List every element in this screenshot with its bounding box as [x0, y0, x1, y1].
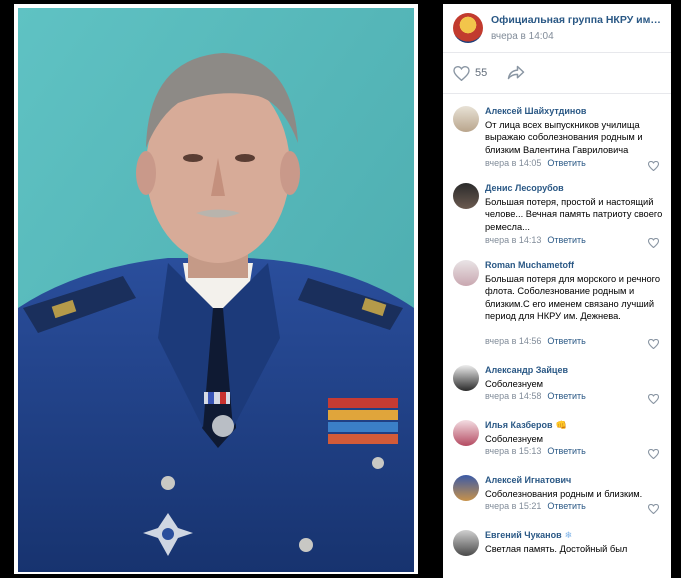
comment-item: Денис Лесорубов Большая потеря, простой …: [443, 179, 671, 256]
like-button[interactable]: 55: [453, 65, 487, 81]
comment-text: Большая потеря для морского и речного фл…: [485, 274, 661, 322]
comment-author[interactable]: Алексей Шайхутдинов: [485, 106, 586, 116]
comment-item: Евгений Чуканов ❄ Светлая память. Достойн…: [443, 526, 671, 566]
comment-time[interactable]: вчера в 14:58: [485, 391, 541, 401]
comment-heart-icon[interactable]: [648, 394, 659, 404]
comment-text: Соболезнуем: [485, 434, 544, 444]
comment-item: Алексей Шайхутдинов От лица всех выпускн…: [443, 102, 671, 179]
comment-author[interactable]: Евгений Чуканов ❄: [485, 530, 572, 541]
comments-list: Алексей Шайхутдинов От лица всех выпускн…: [443, 102, 671, 566]
comment-meta: вчера в 15:21 Ответить: [485, 501, 586, 511]
post-photo[interactable]: [18, 8, 414, 572]
comment-text: Большая потеря, простой и настоящий чело…: [485, 197, 663, 232]
post-panel: Официальная группа НКРУ им. С.И. вчера в…: [443, 4, 671, 578]
comment-time[interactable]: вчера в 14:13: [485, 235, 541, 245]
comment-item: Roman Muchametoff Большая потеря для мор…: [443, 256, 671, 361]
comment-time[interactable]: вчера в 15:13: [485, 446, 541, 456]
comment-time[interactable]: вчера в 14:05: [485, 158, 541, 168]
comment-avatar[interactable]: [453, 106, 479, 132]
group-avatar[interactable]: [453, 13, 483, 43]
share-icon: [507, 65, 525, 80]
comment-item: Александр Зайцев Соболезнуем вчера в 14:…: [443, 361, 671, 416]
reply-link[interactable]: Ответить: [547, 235, 585, 245]
comment-heart-icon[interactable]: [648, 339, 659, 349]
comment-item: Алексей Игнатович Соболезнования родным …: [443, 471, 671, 526]
comment-author[interactable]: Алексей Игнатович: [485, 475, 571, 485]
reply-link[interactable]: Ответить: [547, 336, 585, 346]
like-count: 55: [475, 67, 488, 79]
comment-text: От лица всех выпускников училища выражаю…: [485, 120, 643, 155]
reply-link[interactable]: Ответить: [547, 391, 585, 401]
comment-author[interactable]: Roman Muchametoff: [485, 260, 574, 270]
comment-heart-icon[interactable]: [648, 161, 659, 171]
comment-text: Соболезнуем: [485, 379, 544, 389]
comment-avatar[interactable]: [453, 420, 479, 446]
comment-meta: вчера в 14:05 Ответить: [485, 158, 586, 168]
portrait-illustration: [18, 8, 414, 572]
post-actions: 55: [443, 53, 671, 94]
comment-author[interactable]: Илья Казберов 👊: [485, 420, 567, 431]
comment-avatar[interactable]: [453, 183, 479, 209]
comment-author[interactable]: Денис Лесорубов: [485, 183, 564, 193]
comment-avatar[interactable]: [453, 365, 479, 391]
comment-item: Илья Казберов 👊 Соболезнуем вчера в 15:13…: [443, 416, 671, 471]
reply-link[interactable]: Ответить: [547, 158, 585, 168]
comment-author[interactable]: Александр Зайцев: [485, 365, 568, 375]
post-time[interactable]: вчера в 14:04: [491, 31, 554, 42]
comment-avatar[interactable]: [453, 260, 479, 286]
comment-meta: вчера в 14:56 Ответить: [485, 336, 586, 346]
reply-link[interactable]: Ответить: [547, 446, 585, 456]
share-button[interactable]: [507, 65, 525, 85]
comment-meta: вчера в 14:58 Ответить: [485, 391, 586, 401]
reply-link[interactable]: Ответить: [547, 501, 585, 511]
comment-heart-icon[interactable]: [648, 449, 659, 459]
group-name-link[interactable]: Официальная группа НКРУ им. С.И.: [491, 14, 663, 26]
fist-emoji-icon: 👊: [555, 420, 567, 430]
snowflake-emoji-icon: ❄: [564, 530, 573, 540]
comment-heart-icon[interactable]: [648, 238, 659, 248]
comment-time[interactable]: вчера в 14:56: [485, 336, 541, 346]
post-header: Официальная группа НКРУ им. С.И. вчера в…: [443, 4, 671, 53]
comment-avatar[interactable]: [453, 475, 479, 501]
comment-text: Светлая память. Достойный был: [485, 544, 628, 554]
comment-meta: вчера в 15:13 Ответить: [485, 446, 586, 456]
photo-frame: [14, 4, 418, 574]
comment-meta: вчера в 14:13 Ответить: [485, 235, 586, 245]
comment-text: Соболезнования родным и близким.: [485, 489, 643, 499]
comment-time[interactable]: вчера в 15:21: [485, 501, 541, 511]
comment-avatar[interactable]: [453, 530, 479, 556]
heart-icon: [453, 65, 470, 81]
comment-heart-icon[interactable]: [648, 504, 659, 514]
